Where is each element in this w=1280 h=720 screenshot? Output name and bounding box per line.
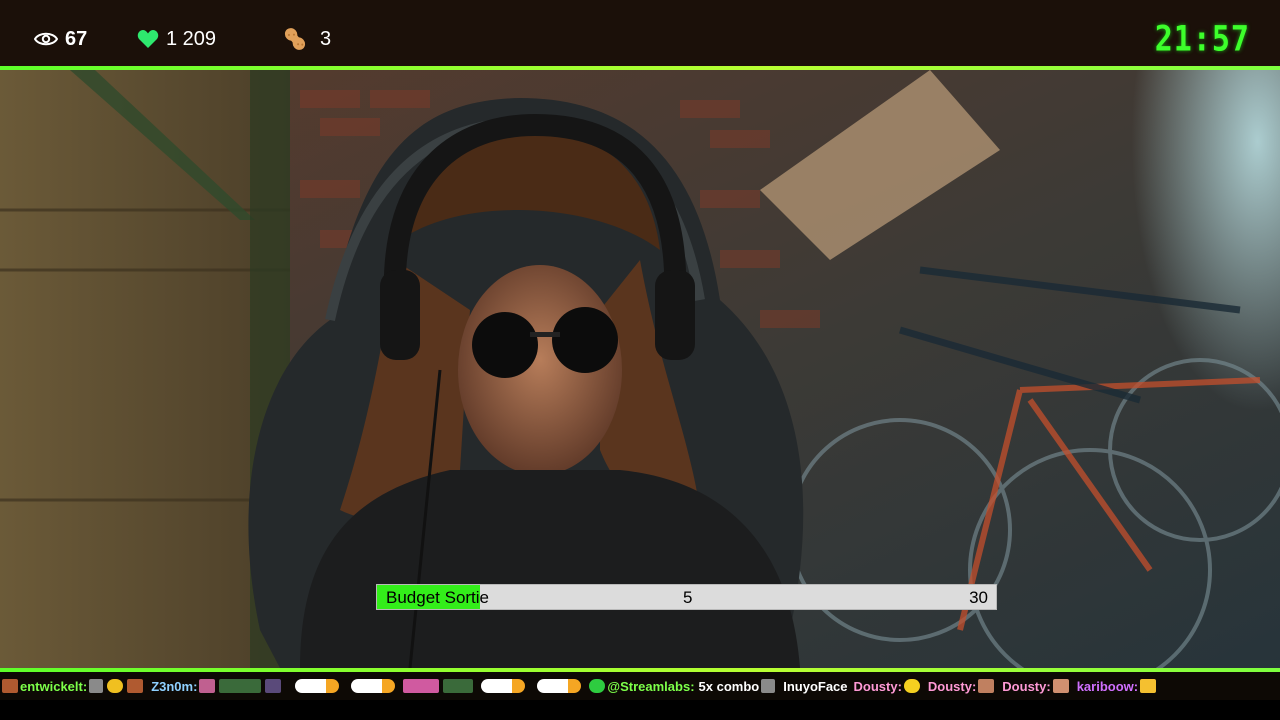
emote-icon: [265, 679, 282, 693]
viewer-count: 67: [34, 24, 87, 54]
ticker-entry: Dousty:: [854, 679, 922, 694]
webcam-feed: Budget Sortie 5 30: [0, 70, 1280, 668]
ticker-username: Dousty:: [1002, 678, 1051, 694]
emote-icon: [199, 679, 216, 693]
ticker-username: Dousty:: [927, 678, 977, 694]
emote-icon: [403, 679, 440, 693]
brick-emote-icon: [2, 679, 18, 693]
goal-target-value: 30: [969, 588, 988, 607]
gear-emote-icon: [589, 679, 606, 693]
ticker-entry: Dousty:: [1002, 679, 1070, 694]
emote-icon: [903, 679, 920, 693]
clock: 21:57: [1154, 19, 1250, 60]
goose-emote-icon: [481, 679, 526, 693]
frog-emote-icon: [219, 679, 262, 693]
ticker-entry: @Streamlabs: 5x combo: [587, 679, 777, 694]
top-bar: 67 1 209 3 21:57: [0, 0, 1280, 66]
emote-icon: [1140, 679, 1157, 693]
eye-icon: [34, 32, 58, 46]
budget-goal-bar: Budget Sortie 5 30: [376, 584, 997, 610]
goose-emote-icon: [351, 679, 396, 693]
goose-emote-icon: [295, 679, 340, 693]
ticker-entry: kariboow:: [1077, 679, 1158, 694]
ticker-username: kariboow:: [1076, 678, 1139, 694]
peanut-count-value: 3: [320, 27, 332, 50]
like-count-value: 1 209: [166, 27, 217, 50]
goal-current-value: 5: [683, 588, 693, 607]
ticker-entry: InuyoFace: [783, 679, 847, 694]
number-one-badge-icon: [107, 679, 124, 693]
goal-label: Budget Sortie: [386, 588, 490, 607]
wrench-emote-icon: [89, 679, 104, 693]
wrench-emote-icon: [761, 679, 776, 693]
peanut-icon: [284, 28, 306, 50]
goose-emote-icon: [537, 679, 582, 693]
hand-emote-icon: [1052, 679, 1069, 693]
frog-emote-icon: [443, 679, 474, 693]
like-count: 1 209: [137, 24, 216, 54]
viewer-count-value: 67: [65, 27, 88, 50]
ticker-username: entwickelt:: [20, 678, 88, 694]
peanut-count: 3: [282, 24, 331, 54]
ticker-username: Dousty:: [853, 678, 902, 694]
ticker-bottom-strip: [0, 700, 1280, 720]
ticker-entry: entwickelt:: [20, 679, 145, 694]
ticker-username: InuyoFace: [783, 678, 848, 694]
chat-ticker: entwickelt: Z3n0m: @Streamlabs: 5x combo…: [0, 672, 1280, 700]
face-emote-icon: [978, 679, 995, 693]
ticker-username: Z3n0m:: [151, 678, 198, 694]
heart-icon: [137, 30, 159, 48]
ticker-message: 5x combo: [698, 678, 760, 694]
ticker-entry: Z3n0m:: [151, 679, 283, 694]
ticker-entry: Dousty:: [928, 679, 996, 694]
ticker-username: @Streamlabs:: [607, 678, 695, 694]
brick-emote-icon: [127, 679, 144, 693]
